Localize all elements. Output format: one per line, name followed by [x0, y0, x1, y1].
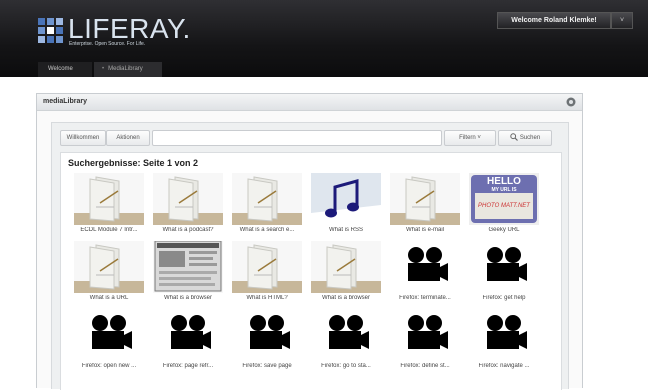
search-input[interactable]: [152, 130, 442, 146]
media-item-label: Firefox: page refr...: [162, 363, 214, 369]
portlet-title: mediaLibrary: [43, 98, 87, 105]
media-item[interactable]: What is a browser: [149, 241, 227, 309]
media-item[interactable]: What is a URL: [70, 241, 148, 309]
document-icon: [74, 173, 144, 225]
media-item-label: What is HTML?: [246, 295, 288, 301]
media-item[interactable]: What is a browser: [307, 241, 385, 309]
results-title: Suchergebnisse: Seite 1 von 2: [68, 158, 199, 168]
video-camera-icon: [232, 309, 302, 361]
media-item[interactable]: Firefox: define st...: [386, 309, 464, 377]
portlet-header: mediaLibrary: [37, 94, 582, 111]
music-note-icon: [311, 173, 381, 225]
logo-tagline: Enterprise. Open Source. For Life.: [69, 41, 146, 47]
document-icon: [390, 173, 460, 225]
welcome-user-button[interactable]: Welcome Roland Klemke!: [497, 12, 611, 29]
video-camera-icon: [390, 309, 460, 361]
badge-myurl-text: MY URL IS: [491, 187, 517, 193]
top-header: LIFERAY. Enterprise. Open Source. For Li…: [0, 0, 648, 77]
medialibrary-portlet: mediaLibrary Willkommen Aktionen Filtern…: [36, 93, 583, 390]
media-item[interactable]: ECDL Module 7 Intr...: [70, 173, 148, 241]
video-camera-icon: [153, 309, 223, 361]
media-item[interactable]: Firefox: save page: [228, 309, 306, 377]
video-camera-icon: [74, 309, 144, 361]
media-item[interactable]: What is RSS: [307, 173, 385, 241]
logo-mark-icon: [38, 18, 63, 43]
media-item-label: Firefox: go to sta...: [321, 363, 371, 369]
media-item[interactable]: What is e-mail: [386, 173, 464, 241]
document-icon: [311, 241, 381, 293]
media-item[interactable]: HELLO MY URL IS PHOTO MATT.NET Geeky URL: [465, 173, 543, 241]
media-item-label: ECDL Module 7 Intr...: [80, 227, 138, 233]
media-item-label: What is a URL: [89, 295, 129, 301]
media-item-label: Geeky URL: [488, 227, 520, 233]
screenshot-image: [153, 241, 223, 293]
document-icon: [232, 173, 302, 225]
media-item-label: Firefox: open new ...: [81, 363, 137, 369]
home-button[interactable]: Willkommen: [60, 130, 106, 146]
actions-button[interactable]: Aktionen: [106, 130, 150, 146]
magnifier-icon: [510, 133, 518, 142]
media-item[interactable]: What is HTML?: [228, 241, 306, 309]
filter-dropdown[interactable]: Filtern ˅: [444, 130, 496, 146]
video-camera-icon: [311, 309, 381, 361]
media-item[interactable]: What is a search e...: [228, 173, 306, 241]
media-item-label: What is a browser: [321, 295, 370, 301]
nav-item-label: MediaLibrary: [108, 66, 143, 72]
media-item-label: Firefox: navigate ...: [478, 363, 530, 369]
badge-handwriting-text: PHOTO MATT.NET: [478, 203, 530, 209]
media-item-label: What is a podcast?: [162, 227, 214, 233]
media-item[interactable]: Firefox: page refr...: [149, 309, 227, 377]
user-menu-dropdown[interactable]: ˅: [611, 12, 633, 29]
main-navigation: Welcome • MediaLibrary: [0, 62, 648, 77]
media-item[interactable]: What is a podcast?: [149, 173, 227, 241]
document-icon: [74, 241, 144, 293]
media-item[interactable]: Firefox: terminate...: [386, 241, 464, 309]
media-item[interactable]: Firefox: get help: [465, 241, 543, 309]
library-toolbar: Willkommen Aktionen Filtern ˅ Suchen: [60, 130, 560, 146]
media-item[interactable]: Firefox: navigate ...: [465, 309, 543, 377]
document-icon: [153, 173, 223, 225]
document-icon: [232, 241, 302, 293]
video-camera-icon: [469, 241, 539, 293]
search-results: Suchergebnisse: Seite 1 von 2 ECDL Modul…: [60, 152, 562, 390]
media-item-label: What is e-mail: [405, 227, 444, 233]
nav-bullet-icon: •: [102, 66, 105, 72]
hello-badge-image: HELLO MY URL IS PHOTO MATT.NET: [469, 173, 539, 225]
media-item[interactable]: Firefox: go to sta...: [307, 309, 385, 377]
search-button[interactable]: Suchen: [498, 130, 552, 146]
media-item-label: What is a browser: [163, 295, 212, 301]
video-camera-icon: [390, 241, 460, 293]
portlet-options-icon[interactable]: [566, 97, 576, 107]
media-item-label: What is a search e...: [239, 227, 295, 233]
media-item-label: Firefox: get help: [482, 295, 526, 301]
media-item-label: Firefox: terminate...: [399, 295, 451, 301]
media-item-label: What is RSS: [328, 227, 363, 233]
media-item[interactable]: Firefox: open new ...: [70, 309, 148, 377]
search-button-label: Suchen: [519, 135, 541, 141]
video-camera-icon: [469, 309, 539, 361]
nav-item-welcome[interactable]: Welcome: [38, 62, 92, 77]
media-item-label: Firefox: define st...: [400, 363, 450, 369]
media-item-label: Firefox: save page: [242, 363, 292, 369]
library-panel: Willkommen Aktionen Filtern ˅ Suchen Suc…: [51, 122, 569, 390]
nav-item-medialibrary[interactable]: • MediaLibrary: [94, 62, 162, 77]
badge-hello-text: HELLO: [487, 176, 521, 187]
